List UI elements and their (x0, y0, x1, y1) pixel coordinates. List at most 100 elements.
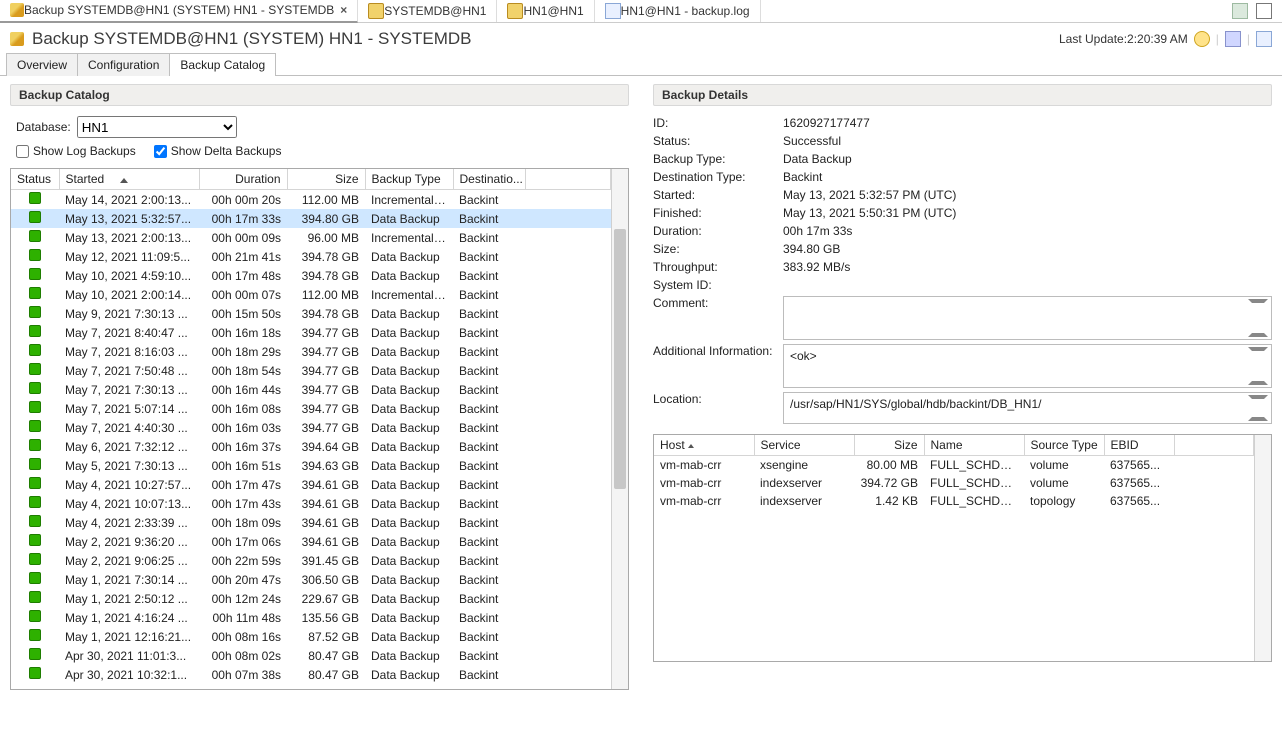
cell-size: 394.77 GB (287, 342, 365, 361)
col-duration[interactable]: Duration (199, 169, 287, 190)
col-size[interactable]: Size (854, 435, 924, 456)
panel-title: Backup Details (653, 84, 1272, 106)
cell-ebid: 637565... (1104, 474, 1174, 492)
table-row[interactable]: May 7, 2021 4:40:30 ...00h 16m 03s394.77… (11, 418, 611, 437)
location-field[interactable]: /usr/sap/HN1/SYS/global/hdb/backint/DB_H… (783, 392, 1272, 424)
table-row[interactable]: May 7, 2021 8:40:47 ...00h 16m 18s394.77… (11, 323, 611, 342)
table-row[interactable]: May 2, 2021 9:06:25 ...00h 22m 59s391.45… (11, 551, 611, 570)
show-delta-backups-input[interactable] (154, 145, 167, 158)
spinner-down-icon[interactable] (1248, 321, 1268, 337)
refresh-icon[interactable] (1194, 31, 1210, 47)
cell-service: indexserver (754, 474, 854, 492)
close-icon[interactable]: × (340, 3, 347, 17)
table-row[interactable]: vm-mab-crrindexserver394.72 GBFULL_SCHD_… (654, 474, 1254, 492)
cell-size: 394.61 GB (287, 475, 365, 494)
table-row[interactable]: May 7, 2021 5:07:14 ...00h 16m 08s394.77… (11, 399, 611, 418)
table-row[interactable]: May 10, 2021 4:59:10...00h 17m 48s394.78… (11, 266, 611, 285)
col-ebid[interactable]: EBID (1104, 435, 1174, 456)
editor-tab-systemdb[interactable]: SYSTEMDB@HN1 (358, 0, 497, 22)
cell-started: May 13, 2021 2:00:13... (59, 228, 199, 247)
table-row[interactable]: Apr 30, 2021 10:32:1...00h 07m 38s80.47 … (11, 665, 611, 684)
editor-tab-label: HN1@HN1 (523, 4, 583, 18)
cell-name: FULL_SCHD_d... (924, 474, 1024, 492)
cell-size: 80.47 GB (287, 665, 365, 684)
show-log-backups-checkbox[interactable]: Show Log Backups (16, 144, 136, 158)
editor-tab-backuplog[interactable]: HN1@HN1 - backup.log (595, 0, 761, 22)
status-success-icon (29, 610, 41, 622)
additional-info-textarea[interactable]: <ok> (783, 344, 1272, 388)
restore-icon[interactable] (1232, 3, 1248, 19)
table-row[interactable]: May 10, 2021 2:00:14...00h 00m 07s112.00… (11, 285, 611, 304)
cell-duration: 00h 22m 59s (199, 551, 287, 570)
cell-duration: 00h 08m 02s (199, 646, 287, 665)
tab-backup-catalog[interactable]: Backup Catalog (169, 53, 276, 76)
table-row[interactable]: May 4, 2021 10:27:57...00h 17m 47s394.61… (11, 475, 611, 494)
cell-destination: Backint (453, 361, 525, 380)
cell-duration: 00h 17m 48s (199, 266, 287, 285)
table-row[interactable]: May 13, 2021 2:00:13...00h 00m 09s96.00 … (11, 228, 611, 247)
table-row[interactable]: vm-mab-crrxsengine80.00 MBFULL_SCHD_d...… (654, 456, 1254, 475)
backup-details-panel: Backup Details ID:1620927177477 Status:S… (649, 84, 1272, 690)
table-row[interactable]: vm-mab-crrindexserver1.42 KBFULL_SCHD_d.… (654, 492, 1254, 510)
table-row[interactable]: May 12, 2021 11:09:5...00h 21m 41s394.78… (11, 247, 611, 266)
show-log-backups-input[interactable] (16, 145, 29, 158)
cell-backup-type: Data Backup (365, 608, 453, 627)
table-row[interactable]: May 4, 2021 10:07:13...00h 17m 43s394.61… (11, 494, 611, 513)
open-log-icon[interactable] (1256, 31, 1272, 47)
col-service[interactable]: Service (754, 435, 854, 456)
vertical-scrollbar[interactable] (1254, 435, 1271, 661)
cell-destination: Backint (453, 665, 525, 684)
cell-size: 391.45 GB (287, 551, 365, 570)
editor-tab-hn1[interactable]: HN1@HN1 (497, 0, 594, 22)
comment-textarea[interactable] (783, 296, 1272, 340)
table-row[interactable]: May 13, 2021 5:32:57...00h 17m 33s394.80… (11, 209, 611, 228)
table-header-row: Host Service Size Name Source Type EBID (654, 435, 1254, 456)
cell-started: May 6, 2021 7:32:12 ... (59, 437, 199, 456)
col-backup-type[interactable]: Backup Type (365, 169, 453, 190)
table-row[interactable]: May 9, 2021 7:30:13 ...00h 15m 50s394.78… (11, 304, 611, 323)
col-source-type[interactable]: Source Type (1024, 435, 1104, 456)
cell-size: 229.67 GB (287, 589, 365, 608)
cell-size: 394.61 GB (287, 494, 365, 513)
table-row[interactable]: May 2, 2021 9:36:20 ...00h 17m 06s394.61… (11, 532, 611, 551)
cell-duration: 00h 00m 20s (199, 190, 287, 210)
table-row[interactable]: Apr 30, 2021 11:01:3...00h 08m 02s80.47 … (11, 646, 611, 665)
table-row[interactable]: May 4, 2021 2:33:39 ...00h 18m 09s394.61… (11, 513, 611, 532)
col-destination[interactable]: Destinatio... (453, 169, 525, 190)
spinner-down-icon[interactable] (1248, 369, 1268, 385)
spinner-down-icon[interactable] (1248, 405, 1268, 421)
table-row[interactable]: May 7, 2021 7:30:13 ...00h 16m 44s394.77… (11, 380, 611, 399)
table-row[interactable]: May 7, 2021 8:16:03 ...00h 18m 29s394.77… (11, 342, 611, 361)
col-size[interactable]: Size (287, 169, 365, 190)
table-row[interactable]: May 1, 2021 4:16:24 ...00h 11m 48s135.56… (11, 608, 611, 627)
table-row[interactable]: May 7, 2021 7:50:48 ...00h 18m 54s394.77… (11, 361, 611, 380)
label-backup-type: Backup Type: (653, 152, 783, 166)
status-success-icon (29, 534, 41, 546)
col-started[interactable]: Started (59, 169, 199, 190)
status-success-icon (29, 268, 41, 280)
spinner-up-icon[interactable] (1248, 299, 1268, 315)
table-row[interactable]: May 14, 2021 2:00:13...00h 00m 20s112.00… (11, 190, 611, 210)
editor-tab-backup[interactable]: Backup SYSTEMDB@HN1 (SYSTEM) HN1 - SYSTE… (0, 0, 358, 23)
table-row[interactable]: May 5, 2021 7:30:13 ...00h 16m 51s394.63… (11, 456, 611, 475)
vertical-scrollbar[interactable] (611, 169, 628, 689)
tab-overview[interactable]: Overview (6, 53, 78, 76)
database-select[interactable]: HN1 (77, 116, 237, 138)
table-row[interactable]: May 6, 2021 7:32:12 ...00h 16m 37s394.64… (11, 437, 611, 456)
tab-configuration[interactable]: Configuration (77, 53, 170, 76)
save-icon[interactable] (1225, 31, 1241, 47)
col-name[interactable]: Name (924, 435, 1024, 456)
cell-started: May 9, 2021 7:30:13 ... (59, 304, 199, 323)
table-row[interactable]: May 1, 2021 7:30:14 ...00h 20m 47s306.50… (11, 570, 611, 589)
spinner-up-icon[interactable] (1248, 347, 1268, 363)
table-row[interactable]: May 1, 2021 2:50:12 ...00h 12m 24s229.67… (11, 589, 611, 608)
scrollbar-thumb[interactable] (614, 229, 626, 489)
maximize-icon[interactable] (1256, 3, 1272, 19)
col-status[interactable]: Status (11, 169, 59, 190)
panel-title: Backup Catalog (10, 84, 629, 106)
cell-duration: 00h 00m 09s (199, 228, 287, 247)
value-backup-type: Data Backup (783, 152, 1272, 166)
show-delta-backups-checkbox[interactable]: Show Delta Backups (154, 144, 282, 158)
table-row[interactable]: May 1, 2021 12:16:21...00h 08m 16s87.52 … (11, 627, 611, 646)
col-host[interactable]: Host (654, 435, 754, 456)
